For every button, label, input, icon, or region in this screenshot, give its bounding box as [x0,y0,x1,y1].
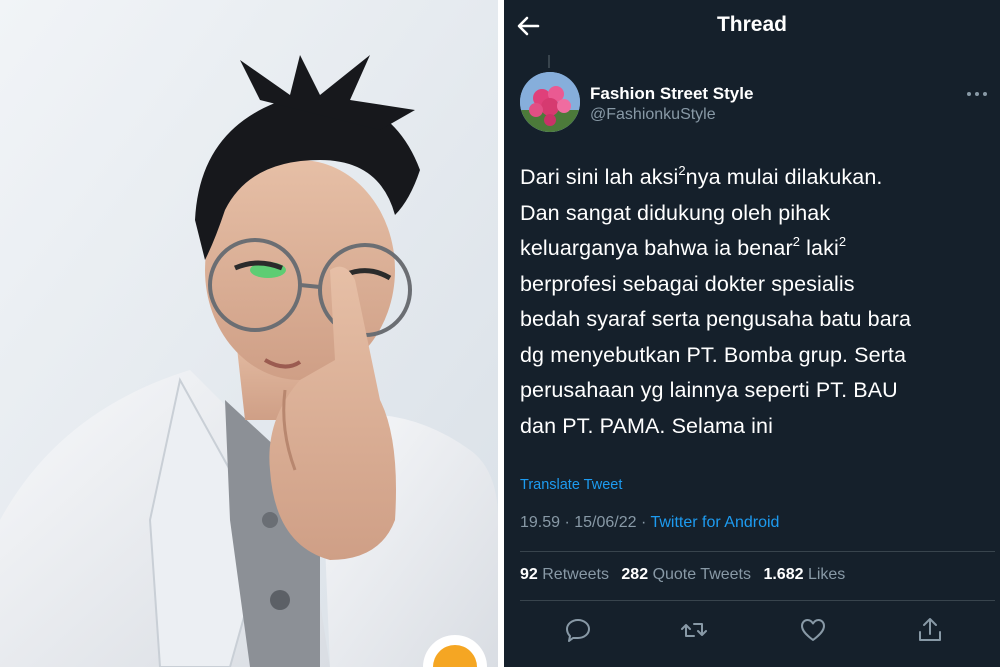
tweet-stats: 92 Retweets 282 Quote Tweets 1.682 Likes [520,566,853,584]
quote-tweets-stat[interactable]: 282 Quote Tweets [621,566,751,584]
share-icon[interactable] [916,616,944,644]
more-horizontal-icon[interactable] [966,90,988,98]
tweet-text-line: dg menyebutkan PT. Bomba grup. Serta [520,342,907,367]
tweet-text-line: dan PT. PAMA. Selama ini [520,413,773,438]
tweet-text: Dari sini lah aksi2nya mulai dilakukan. … [520,160,995,444]
author-name[interactable]: Fashion Street Style [590,84,753,104]
tweet-text-line: Dan sangat didukung oleh pihak [520,200,831,225]
avatar[interactable] [520,72,580,132]
tweet-text-line: keluarganya bahwa ia benar2 laki2 [520,234,847,260]
tweet-actions [504,612,1000,648]
divider [520,551,995,552]
tweet-text-line: Dari sini lah aksi2nya mulai dilakukan. [520,163,883,189]
tweet-author[interactable]: Fashion Street Style @FashionkuStyle [590,84,753,126]
like-icon[interactable] [799,616,827,644]
tweet-text-line: perusahaan yg lainnya seperti PT. BAU [520,378,898,402]
tweet-meta: 19.59 · 15/06/22 · Twitter for Android [520,514,779,532]
profile-photo [0,0,498,667]
page-title: Thread [716,13,787,36]
author-handle[interactable]: @FashionkuStyle [590,104,753,126]
retweets-stat[interactable]: 92 Retweets [520,566,609,584]
reply-icon[interactable] [564,616,592,644]
tweet-source-link[interactable]: Twitter for Android [650,514,779,531]
top-bar: Thread [504,0,1000,56]
tweet-timestamp[interactable]: 19.59 · 15/06/22 · [520,514,650,531]
translate-tweet-link[interactable]: Translate Tweet [520,477,622,493]
likes-stat[interactable]: 1.682 Likes [763,566,845,584]
tweet-text-line: berprofesi sebagai dokter spesialis [520,271,855,296]
divider [520,600,995,601]
retweet-icon[interactable] [680,616,708,644]
tweet-panel: Thread Fashion Street Style @FashionkuSt… [504,0,1000,667]
tweet-text-line: bedah syaraf serta pengusaha batu bara [520,307,912,331]
thread-connector-line [548,55,550,68]
